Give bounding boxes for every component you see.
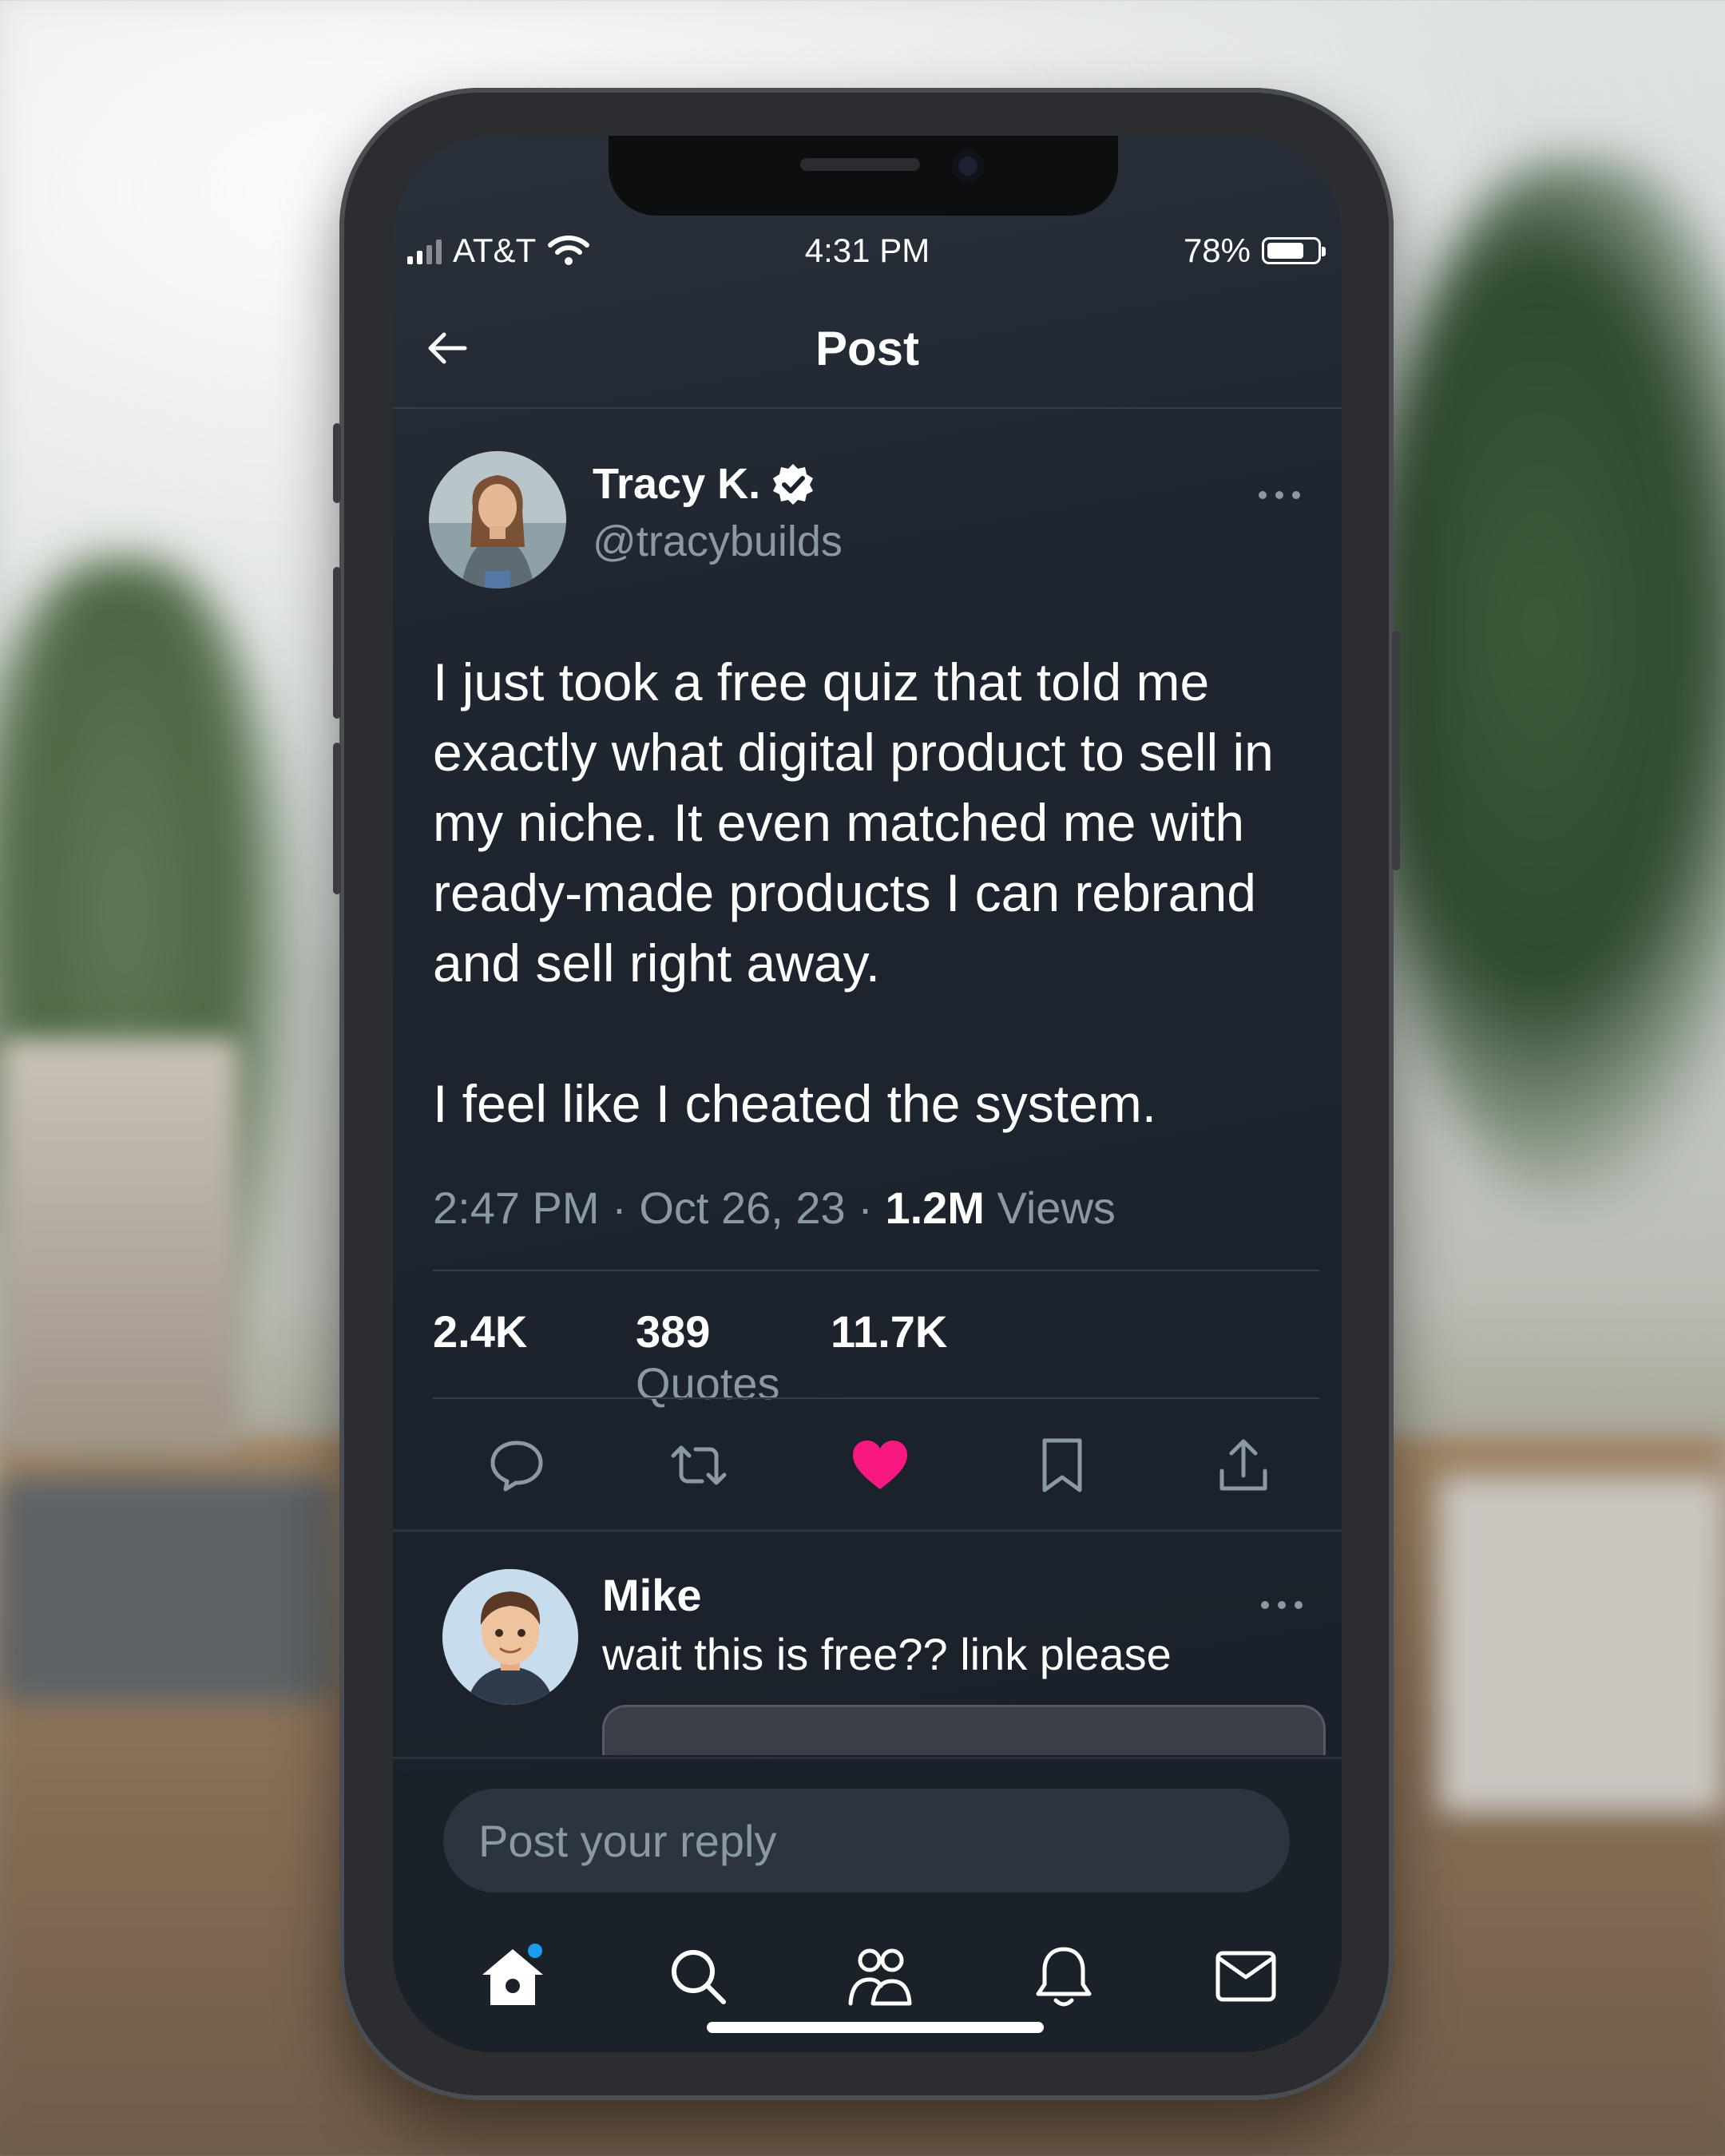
notification-dot: [528, 1944, 542, 1958]
like-button[interactable]: [844, 1429, 916, 1501]
background-plant-left: [0, 559, 295, 1437]
more-options-icon[interactable]: [1251, 483, 1307, 507]
reply-text: wait this is free?? link please: [602, 1629, 1172, 1679]
post-text-paragraph-2: I feel like I cheated the system.: [433, 1074, 1157, 1133]
tab-messages[interactable]: [1202, 1932, 1290, 2020]
post-actions: [433, 1429, 1311, 1509]
header-divider: [393, 407, 1342, 409]
repost-button[interactable]: [663, 1429, 735, 1501]
post-text: I just took a free quiz that told me exa…: [433, 647, 1311, 1139]
post-stats: 2.4K 389 Quotes 11.7K: [433, 1306, 947, 1409]
author-handle[interactable]: @tracybuilds: [593, 517, 843, 566]
battery-icon: [1262, 237, 1326, 264]
reply-item[interactable]: Mike wait this is free?? link please: [393, 1553, 1342, 1755]
reply-divider: [393, 1757, 1342, 1759]
phone-screen: AT&T 4:31 PM 78% Post Tracy K. @tracybui…: [393, 136, 1342, 2052]
repost-icon: [671, 1445, 727, 1485]
quotes-stat[interactable]: 389 Quotes: [636, 1306, 831, 1409]
search-icon: [672, 1950, 726, 2004]
mute-switch: [333, 423, 341, 503]
tab-notifications[interactable]: [1020, 1932, 1108, 2020]
share-button[interactable]: [1208, 1429, 1279, 1501]
author-avatar[interactable]: [429, 451, 566, 589]
views-count: 1.2M: [885, 1183, 985, 1233]
power-button: [1392, 631, 1400, 870]
bookmark-icon: [1042, 1438, 1082, 1492]
volume-down-button: [333, 743, 341, 894]
notifications-icon: [1036, 1947, 1092, 2007]
home-indicator[interactable]: [707, 2022, 1044, 2033]
more-options-icon[interactable]: [1254, 1593, 1310, 1617]
background-plant-right: [1374, 160, 1725, 1198]
background-pot-left: [0, 1038, 240, 1453]
post-text-paragraph-1: I just took a free quiz that told me exa…: [433, 652, 1274, 993]
background-book: [1438, 1477, 1725, 1813]
status-right: 78%: [1183, 232, 1326, 270]
actions-divider: [393, 1529, 1342, 1532]
views-label: Views: [984, 1183, 1116, 1233]
post-timestamp[interactable]: 2:47 PM · Oct 26, 23 ·: [433, 1183, 885, 1233]
reply-avatar[interactable]: [442, 1569, 578, 1705]
author-name[interactable]: Tracy K.: [593, 459, 760, 509]
reply-input[interactable]: [443, 1789, 1290, 1892]
tab-communities[interactable]: [836, 1932, 924, 2020]
stats-divider: [433, 1397, 1319, 1399]
post-header: Post: [393, 311, 1342, 383]
share-icon: [1219, 1439, 1267, 1491]
reply-media-preview[interactable]: [602, 1705, 1326, 1755]
reply-button[interactable]: [481, 1429, 553, 1501]
notch: [609, 136, 1118, 216]
reply-icon: [490, 1441, 543, 1492]
post-author: Tracy K. @tracybuilds: [429, 451, 1307, 595]
battery-percent: 78%: [1183, 232, 1251, 269]
post-meta: 2:47 PM · Oct 26, 23 · 1.2M Views: [433, 1182, 1116, 1234]
page-title: Post: [815, 322, 920, 375]
volume-up-button: [333, 567, 341, 719]
author-name-row: Tracy K.: [593, 459, 815, 509]
quotes-label: Quotes: [636, 1358, 780, 1409]
earpiece-speaker: [800, 158, 920, 171]
likes-stat[interactable]: 11.7K: [831, 1306, 947, 1409]
communities-icon: [848, 1948, 912, 2006]
front-camera: [952, 150, 984, 182]
quotes-count: 389: [636, 1306, 711, 1357]
messages-icon: [1215, 1951, 1276, 2002]
tab-home[interactable]: [469, 1932, 557, 2020]
bookmark-button[interactable]: [1026, 1429, 1098, 1501]
status-bar: AT&T 4:31 PM 78%: [393, 232, 1342, 279]
background-laptop: [0, 1477, 335, 1701]
reposts-stat[interactable]: 2.4K: [433, 1306, 636, 1409]
meta-divider: [433, 1270, 1319, 1271]
tab-search[interactable]: [654, 1932, 742, 2020]
like-icon: [853, 1441, 907, 1489]
verified-badge-icon: [773, 464, 814, 505]
reply-author-name[interactable]: Mike: [602, 1569, 702, 1621]
